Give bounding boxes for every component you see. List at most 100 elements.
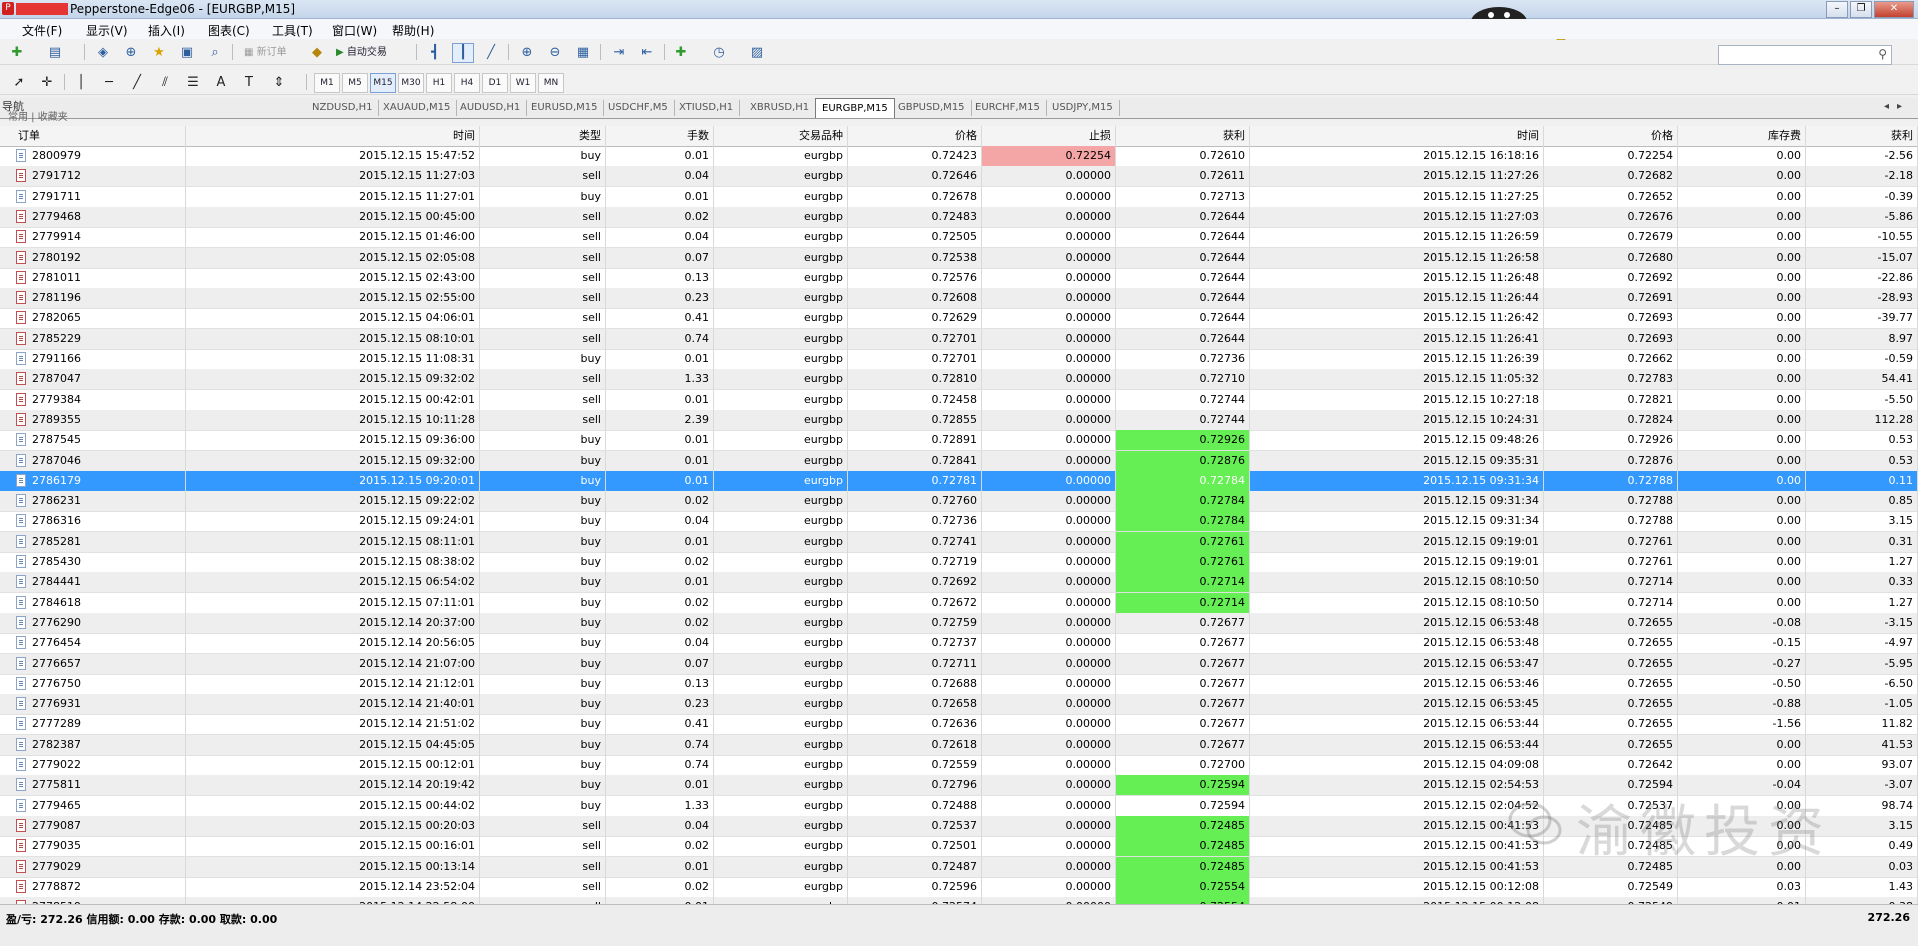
- candle-icon[interactable]: ┃: [452, 43, 474, 63]
- label-icon[interactable]: T: [238, 73, 260, 93]
- table-row[interactable]: 2784441 2015.12.15 06:54:02 buy 0.01 eurgbp 0…: [0, 572, 1918, 594]
- timeframe-m1[interactable]: M1: [314, 73, 340, 93]
- chart-tab[interactable]: GBPUSD,M15: [892, 100, 972, 116]
- table-row[interactable]: 2800979 2015.12.15 15:47:52 buy 0.01 eurgbp 0…: [0, 146, 1918, 167]
- table-row[interactable]: 2785229 2015.12.15 08:10:01 sell 0.74 eurgbp…: [0, 328, 1918, 350]
- table-row[interactable]: 2776657 2015.12.14 21:07:00 buy 0.07 eurgbp 0…: [0, 653, 1918, 675]
- zoom-in-icon[interactable]: ⊕: [516, 43, 538, 63]
- fibonacci-icon[interactable]: ☰: [182, 73, 204, 93]
- table-row[interactable]: 2780192 2015.12.15 02:05:08 sell 0.07 eurgbp…: [0, 247, 1918, 269]
- templates-icon[interactable]: ▨: [746, 43, 768, 63]
- chart-tab[interactable]: EURCHF,M15: [969, 100, 1047, 116]
- table-row[interactable]: 2778872 2015.12.14 23:52:04 sell 0.02 eurgbp…: [0, 876, 1918, 898]
- timeframe-d1[interactable]: D1: [482, 73, 508, 93]
- header-col-profit[interactable]: 获利: [1806, 126, 1918, 146]
- metaeditor-icon[interactable]: ◆: [306, 43, 328, 63]
- table-row[interactable]: 2777289 2015.12.14 21:51:02 buy 0.41 eurgbp 0…: [0, 714, 1918, 736]
- autoscroll-icon[interactable]: ⇥: [608, 43, 630, 63]
- timeframe-mn[interactable]: MN: [538, 73, 564, 93]
- indicators-icon[interactable]: ✚: [670, 43, 692, 63]
- table-row[interactable]: 2781196 2015.12.15 02:55:00 sell 0.23 eurgbp…: [0, 288, 1918, 310]
- header-col-open-price[interactable]: 价格: [848, 126, 982, 146]
- trendline-icon[interactable]: ╱: [126, 73, 148, 93]
- table-row[interactable]: 2776931 2015.12.14 21:40:01 buy 0.23 eurgbp 0…: [0, 694, 1918, 716]
- table-row[interactable]: 2779022 2015.12.15 00:12:01 buy 0.74 eurgbp 0…: [0, 755, 1918, 776]
- timeframe-m5[interactable]: M5: [342, 73, 368, 93]
- vertical-line-icon[interactable]: │: [70, 73, 92, 93]
- chart-tab[interactable]: USDJPY,M15: [1046, 100, 1120, 116]
- chart-tab[interactable]: XTIUSD,H1: [673, 100, 741, 116]
- table-row[interactable]: 2782387 2015.12.15 04:45:05 buy 0.74 eurgbp 0…: [0, 734, 1918, 756]
- table-row[interactable]: 2789355 2015.12.15 10:11:28 sell 2.39 eurgbp…: [0, 409, 1918, 431]
- zoom-out-icon[interactable]: ⊖: [544, 43, 566, 63]
- timeframe-m30[interactable]: M30: [398, 73, 424, 93]
- timeframe-m15[interactable]: M15: [370, 73, 396, 93]
- arrows-icon[interactable]: ⇕: [268, 73, 290, 93]
- table-row[interactable]: 2786179 2015.12.15 09:20:01 buy 0.01 eurgbp 0…: [0, 470, 1918, 492]
- chart-tab[interactable]: NZDUSD,H1: [306, 100, 380, 116]
- text-icon[interactable]: A: [210, 73, 232, 93]
- chart-shift-icon[interactable]: ⇤: [636, 43, 658, 63]
- chart-tab[interactable]: XAUAUD,M15: [377, 100, 458, 116]
- search-input[interactable]: ⚲: [1718, 45, 1892, 65]
- cursor-icon[interactable]: ➚: [8, 73, 30, 93]
- table-row[interactable]: 2784618 2015.12.15 07:11:01 buy 0.02 eurgbp 0…: [0, 592, 1918, 614]
- menu-help[interactable]: 帮助(H): [392, 22, 434, 39]
- market-watch-icon[interactable]: ◈: [92, 43, 114, 63]
- table-row[interactable]: 2779914 2015.12.15 01:46:00 sell 0.04 eurgbp…: [0, 227, 1918, 249]
- table-row[interactable]: 2785430 2015.12.15 08:38:02 buy 0.02 eurgbp 0…: [0, 552, 1918, 573]
- bar-chart-icon[interactable]: ┫: [424, 43, 446, 63]
- header-col-symbol[interactable]: 交易品种: [714, 126, 848, 146]
- header-col-stop-loss[interactable]: 止损: [982, 126, 1116, 146]
- table-row[interactable]: 2787047 2015.12.15 09:32:02 sell 1.33 eurgbp…: [0, 369, 1918, 391]
- strategy-tester-icon[interactable]: ⌕: [204, 43, 226, 63]
- table-row[interactable]: 2786316 2015.12.15 09:24:01 buy 0.04 eurgbp 0…: [0, 511, 1918, 533]
- navigator-tabs-fragment[interactable]: 常用 | 收藏夹: [8, 108, 68, 123]
- header-col-type[interactable]: 类型: [480, 126, 606, 146]
- crosshair-icon[interactable]: ✛: [36, 73, 58, 93]
- menu-tools[interactable]: 工具(T): [272, 22, 313, 39]
- table-row[interactable]: 2785281 2015.12.15 08:11:01 buy 0.01 eurgbp 0…: [0, 531, 1918, 553]
- table-row[interactable]: 2782065 2015.12.15 04:06:01 sell 0.41 eurgbp…: [0, 308, 1918, 330]
- table-row[interactable]: 2776290 2015.12.14 20:37:00 buy 0.02 eurgbp 0…: [0, 612, 1918, 634]
- periods-icon[interactable]: ◷: [708, 43, 730, 63]
- favorites-star-icon[interactable]: ★: [148, 43, 170, 63]
- header-col-take-profit[interactable]: 获利: [1116, 126, 1250, 146]
- chart-tab[interactable]: EURUSD,M15: [525, 100, 605, 116]
- table-row[interactable]: 2791711 2015.12.15 11:27:01 buy 0.01 eurgbp 0…: [0, 186, 1918, 208]
- new-order-button[interactable]: ▦ 新订单: [240, 43, 291, 63]
- table-row[interactable]: 2787545 2015.12.15 09:36:00 buy 0.01 eurgbp 0…: [0, 430, 1918, 452]
- table-row[interactable]: 2776750 2015.12.14 21:12:01 buy 0.13 eurgbp 0…: [0, 673, 1918, 695]
- menu-window[interactable]: 窗口(W): [332, 22, 377, 39]
- chart-tab[interactable]: USDCHF,M5: [602, 100, 675, 116]
- header-col-lots[interactable]: 手数: [606, 126, 714, 146]
- table-row[interactable]: 2791166 2015.12.15 11:08:31 buy 0.01 eurgbp 0…: [0, 349, 1918, 370]
- timeframe-h4[interactable]: H4: [454, 73, 480, 93]
- header-col-order[interactable]: 订单: [0, 126, 186, 146]
- tab-scroll-arrows[interactable]: ◂▸: [1884, 101, 1910, 112]
- tile-icon[interactable]: ▦: [572, 43, 594, 63]
- menu-charts[interactable]: 图表(C): [208, 22, 250, 39]
- app-icon[interactable]: P: [2, 2, 14, 15]
- table-row[interactable]: 2786231 2015.12.15 09:22:02 buy 0.02 eurgbp 0…: [0, 491, 1918, 513]
- header-col-close-time[interactable]: 时间: [1250, 126, 1544, 146]
- menu-insert[interactable]: 插入(I): [148, 22, 185, 39]
- header-col-close-price[interactable]: 价格: [1544, 126, 1678, 146]
- table-row[interactable]: 2781011 2015.12.15 02:43:00 sell 0.13 eurgbp…: [0, 267, 1918, 289]
- timeframe-w1[interactable]: W1: [510, 73, 536, 93]
- terminal-window-icon[interactable]: ▣: [176, 43, 198, 63]
- line-chart-icon[interactable]: ╱: [480, 43, 502, 63]
- close-button[interactable]: ✕: [1874, 1, 1914, 18]
- table-row[interactable]: 2787046 2015.12.15 09:32:00 buy 0.01 eurgbp 0…: [0, 450, 1918, 472]
- table-row[interactable]: 2776454 2015.12.14 20:56:05 buy 0.04 eurgbp 0…: [0, 633, 1918, 655]
- channel-icon[interactable]: ⫽: [154, 73, 176, 93]
- menu-view[interactable]: 显示(V): [86, 22, 128, 39]
- menu-file[interactable]: 文件(F): [22, 22, 62, 39]
- table-row[interactable]: 2791712 2015.12.15 11:27:03 sell 0.04 eurgbp…: [0, 166, 1918, 188]
- horizontal-line-icon[interactable]: ─: [98, 73, 120, 93]
- minimize-button[interactable]: –: [1826, 1, 1848, 18]
- timeframe-h1[interactable]: H1: [426, 73, 452, 93]
- chart-tab[interactable]: XBRUSD,H1: [744, 100, 817, 116]
- table-row[interactable]: 2779384 2015.12.15 00:42:01 sell 0.01 eurgbp…: [0, 389, 1918, 411]
- chart-tab[interactable]: EURGBP,M15: [815, 98, 895, 118]
